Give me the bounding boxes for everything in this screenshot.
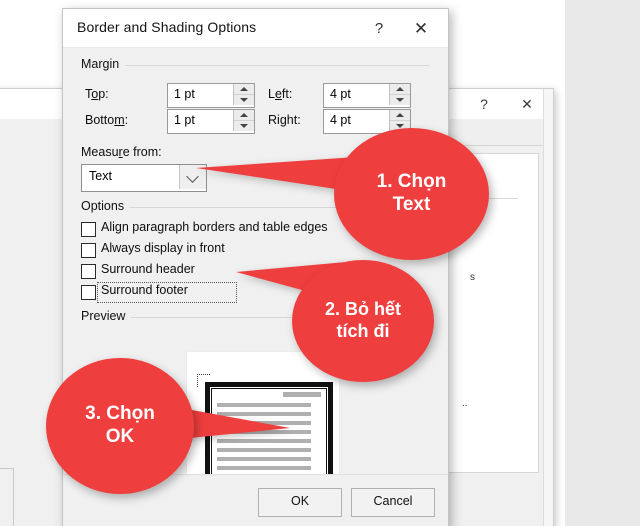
setting-option-shadow[interactable]: Shadow — [0, 285, 63, 341]
right-gutter — [565, 0, 640, 526]
ok-button-label: OK — [290, 494, 310, 508]
preview-text-line — [217, 466, 311, 470]
cancel-button-label: Cancel — [373, 494, 413, 508]
margin-right-value: 4 pt — [330, 113, 351, 127]
checkbox-surround-header[interactable] — [81, 264, 96, 279]
preview-heading-bar — [283, 392, 321, 397]
callout-2-line1: 2. Bỏ hết — [324, 299, 401, 320]
page-title: Border and Shading Options — [77, 19, 257, 35]
checkbox-always-front[interactable] — [81, 243, 96, 258]
margin-bottom-label: Bottom: — [85, 113, 129, 127]
spinner-up-icon[interactable] — [234, 84, 254, 95]
panel-side-label-2: .. — [462, 398, 468, 409]
background-dialog-corner-stub — [0, 468, 14, 526]
margin-bottom-stepper[interactable] — [233, 110, 254, 131]
background-dialog-titlebar: s and Shad — [0, 89, 69, 120]
checkbox-align-paragraph[interactable] — [81, 222, 96, 237]
close-x-icon[interactable]: ✕ — [406, 17, 436, 41]
margin-group-label: Margin — [81, 57, 126, 71]
margin-bottom-value: 1 pt — [174, 113, 195, 127]
margin-group: Margin — [81, 57, 429, 71]
callout-1-tail — [196, 157, 356, 192]
setting-option-none[interactable]: None — [0, 173, 63, 229]
callout-3-line1: 3. Chọn — [85, 403, 155, 425]
measure-from-label: Measure from: — [81, 145, 162, 159]
checkbox-surround-footer[interactable] — [81, 285, 96, 300]
callout-1-line1: 1. Chọn — [376, 171, 447, 193]
measure-from-combobox[interactable]: Text — [81, 164, 207, 192]
spinner-up-icon[interactable] — [390, 110, 410, 121]
margin-top-stepper[interactable] — [233, 84, 254, 105]
panel-side-label: s — [470, 272, 475, 283]
spinner-up-icon[interactable] — [390, 84, 410, 95]
margin-top-value: 1 pt — [174, 87, 195, 101]
background-right-edge-strip — [543, 89, 553, 526]
callout-3-choose-ok: 3. Chọn OK — [46, 358, 194, 494]
preview-text-line — [217, 448, 311, 452]
margin-bottom-spinner[interactable]: 1 pt — [167, 109, 255, 134]
margin-left-stepper[interactable] — [389, 84, 410, 105]
focus-ring — [97, 282, 237, 303]
checkbox-label-always-front: Always display in front — [101, 241, 225, 255]
callout-2-line2: tích đi — [336, 321, 390, 341]
margin-left-value: 4 pt — [330, 87, 351, 101]
spinner-down-icon[interactable] — [390, 95, 410, 105]
checkbox-label-surround-header: Surround header — [101, 262, 195, 276]
margin-top-label: Top: — [85, 87, 109, 101]
ok-button[interactable]: OK — [258, 488, 342, 517]
margin-right-label: Right: — [268, 113, 301, 127]
spinner-down-icon[interactable] — [234, 121, 254, 131]
background-dialog-tabstrip: ers Page — [0, 119, 69, 146]
callout-1-line2: Text — [392, 194, 431, 215]
question-mark-icon[interactable]: ? — [473, 93, 495, 115]
margin-left-label: Left: — [268, 87, 293, 101]
setting-option-box[interactable]: Box — [0, 229, 63, 285]
preview-group-label: Preview — [81, 309, 132, 323]
setting-option-3d[interactable]: 3-D — [0, 341, 63, 397]
preview-text-line — [217, 457, 311, 461]
dialog-titlebar: Border and Shading Options ? ✕ — [63, 9, 448, 48]
spinner-up-icon[interactable] — [234, 110, 254, 121]
checkbox-label-align-paragraph: Align paragraph borders and table edges — [101, 220, 328, 234]
screenshot-root: s and Shad ers Page ng: None Box — [0, 0, 640, 526]
callout-3-line2: OK — [105, 426, 135, 447]
question-mark-icon[interactable]: ? — [366, 17, 392, 41]
options-group-label: Options — [81, 199, 131, 213]
close-x-icon[interactable]: ✕ — [515, 93, 539, 115]
margin-left-spinner[interactable]: 4 pt — [323, 83, 411, 108]
margin-top-spinner[interactable]: 1 pt — [167, 83, 255, 108]
cancel-button[interactable]: Cancel — [351, 488, 435, 517]
callout-1-choose-text: 1. Chọn Text — [334, 128, 489, 260]
measure-from-value: Text — [89, 169, 112, 183]
callout-2-uncheck-all: 2. Bỏ hết tích đi — [292, 260, 434, 382]
spinner-down-icon[interactable] — [234, 95, 254, 105]
